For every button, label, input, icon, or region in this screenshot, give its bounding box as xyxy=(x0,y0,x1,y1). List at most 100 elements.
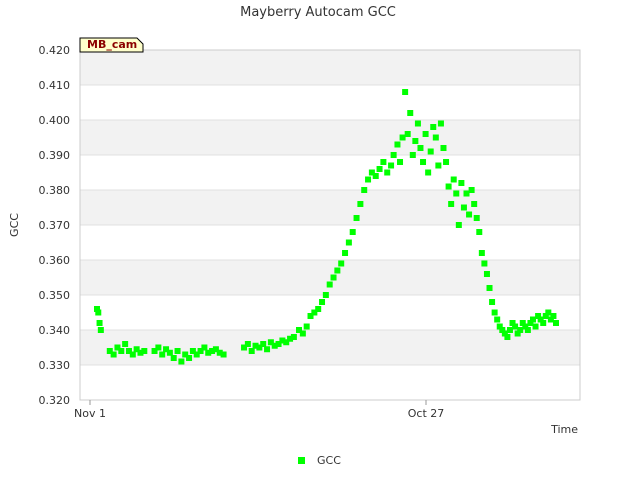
data-point xyxy=(361,187,368,193)
data-point xyxy=(244,341,251,347)
data-point xyxy=(342,250,349,256)
data-point xyxy=(129,351,136,358)
data-point xyxy=(524,327,531,333)
y-tick-label: 0.420 xyxy=(39,44,71,57)
data-point xyxy=(445,183,452,190)
y-tick-label: 0.320 xyxy=(39,394,71,407)
x-axis-title: Time xyxy=(550,423,578,436)
data-point xyxy=(409,152,416,158)
y-tick-label: 0.400 xyxy=(39,114,71,127)
data-point xyxy=(290,334,297,340)
data-point xyxy=(422,131,429,137)
data-point xyxy=(443,159,450,165)
chart-title: Mayberry Autocam GCC xyxy=(240,5,396,20)
site-tag: MB_cam xyxy=(79,37,144,53)
data-point xyxy=(504,334,511,340)
legend: GCC xyxy=(298,454,341,467)
data-point xyxy=(96,320,103,326)
data-point xyxy=(319,299,326,305)
data-point xyxy=(453,190,460,197)
data-point xyxy=(540,320,547,326)
data-point xyxy=(529,316,536,323)
data-point xyxy=(122,341,129,347)
data-point xyxy=(458,180,465,186)
site-tag-label: MB_cam xyxy=(87,38,137,51)
data-point xyxy=(170,355,177,361)
data-point xyxy=(97,327,104,333)
data-point xyxy=(437,120,444,127)
data-point xyxy=(432,134,439,141)
data-point xyxy=(376,166,383,172)
data-point xyxy=(326,281,333,288)
y-tick-label: 0.380 xyxy=(39,184,71,197)
data-point xyxy=(489,299,496,305)
y-axis-title: GCC xyxy=(8,213,21,237)
data-point xyxy=(471,201,478,207)
data-point xyxy=(478,250,485,256)
data-point xyxy=(414,120,421,127)
data-point xyxy=(491,309,498,316)
data-point xyxy=(118,348,125,354)
grid-band xyxy=(80,120,580,155)
data-point xyxy=(412,138,419,144)
data-point xyxy=(473,215,480,221)
data-point xyxy=(365,176,372,183)
data-point xyxy=(532,323,539,330)
data-point xyxy=(463,190,470,197)
x-tick-label: Oct 27 xyxy=(408,407,445,420)
data-point xyxy=(404,131,411,137)
data-point xyxy=(220,351,227,358)
data-point xyxy=(390,152,397,158)
data-point xyxy=(394,141,401,148)
data-point xyxy=(494,316,501,323)
data-point xyxy=(476,229,483,235)
data-point xyxy=(455,222,462,228)
data-point xyxy=(545,309,552,316)
y-tick-label: 0.370 xyxy=(39,219,71,232)
data-point xyxy=(483,271,490,277)
y-tick-label: 0.330 xyxy=(39,359,71,372)
grid-band xyxy=(80,50,580,85)
data-point xyxy=(166,349,173,356)
y-tick-label: 0.360 xyxy=(39,254,71,267)
data-point xyxy=(481,260,488,267)
data-point xyxy=(450,176,457,183)
data-point xyxy=(330,274,337,281)
y-axis-ticks: 0.320 0.330 0.340 0.350 0.360 0.370 0.380 0.390… xyxy=(39,44,71,407)
data-point xyxy=(448,201,455,207)
data-point xyxy=(159,351,166,358)
data-point xyxy=(420,159,427,165)
data-point xyxy=(201,344,208,351)
legend-label: GCC xyxy=(317,454,341,467)
data-point xyxy=(110,351,117,358)
data-point xyxy=(334,267,341,274)
data-point xyxy=(440,145,447,151)
data-point xyxy=(460,204,467,211)
data-point xyxy=(427,148,434,155)
data-point xyxy=(299,330,306,337)
grid-band xyxy=(80,190,580,225)
grid-band xyxy=(80,260,580,295)
data-point xyxy=(248,348,255,354)
data-point xyxy=(315,306,322,312)
y-tick-label: 0.410 xyxy=(39,79,71,92)
data-point xyxy=(506,327,513,333)
data-point xyxy=(553,320,559,326)
data-point xyxy=(95,309,102,316)
x-axis-ticks: Nov 1 Oct 27 xyxy=(74,400,444,420)
grid-lines xyxy=(80,49,580,401)
data-point xyxy=(155,344,162,351)
data-point xyxy=(399,134,406,141)
data-point xyxy=(466,211,473,218)
y-tick-label: 0.350 xyxy=(39,289,71,302)
data-point xyxy=(430,124,437,130)
data-point xyxy=(303,323,310,330)
y-tick-label: 0.340 xyxy=(39,324,71,337)
data-point xyxy=(417,145,424,151)
legend-marker xyxy=(298,457,305,464)
x-tick-label: Nov 1 xyxy=(74,407,106,420)
data-point xyxy=(186,355,193,361)
data-point xyxy=(397,159,404,165)
data-point xyxy=(174,348,181,354)
data-point xyxy=(512,323,519,330)
